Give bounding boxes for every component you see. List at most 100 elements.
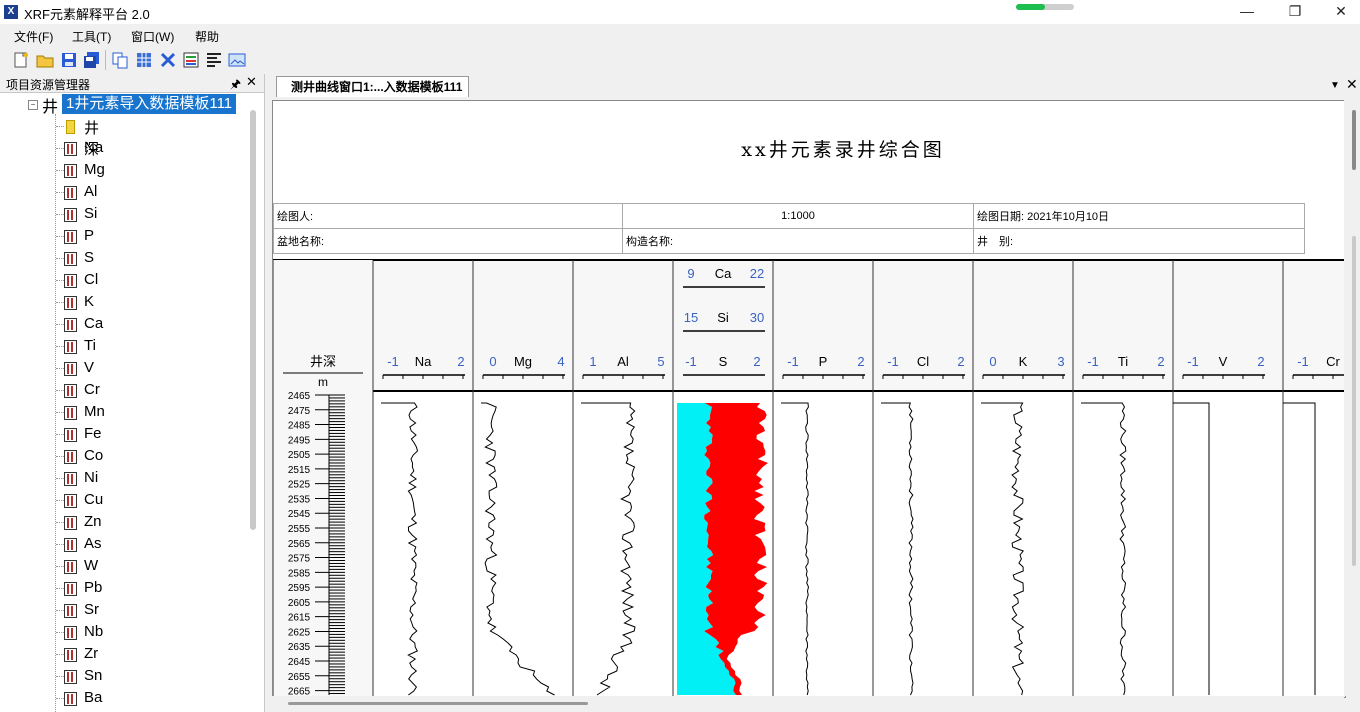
new-file-icon[interactable] <box>12 51 30 69</box>
progress-bar <box>1016 4 1074 10</box>
tree-node-label: K <box>84 293 95 310</box>
tree-node-label: Pb <box>84 579 103 596</box>
tree-connector <box>56 368 64 369</box>
minimize-button[interactable]: — <box>1224 0 1270 24</box>
image-icon[interactable] <box>228 51 246 69</box>
close-icon[interactable]: ✕ <box>1346 76 1358 93</box>
depth-tick-label: 2525 <box>288 480 311 491</box>
drawer-label: 绘图人: <box>273 203 623 229</box>
progress-fill <box>1016 4 1045 10</box>
delete-icon[interactable] <box>159 51 177 69</box>
chart-icon[interactable] <box>182 51 200 69</box>
horizontal-scrollbar[interactable] <box>272 696 1344 712</box>
tree-connector <box>56 236 64 237</box>
curve-al <box>581 402 636 696</box>
tree-connector <box>56 654 64 655</box>
structure-label: 构造名称: <box>622 228 974 254</box>
maximize-button[interactable]: ❐ <box>1272 0 1318 24</box>
scrollbar-thumb[interactable] <box>1352 110 1356 170</box>
close-button[interactable]: ✕ <box>1318 0 1360 24</box>
scale-min-ti: -1 <box>1087 354 1099 369</box>
curve-v <box>1173 402 1210 695</box>
tree-connector <box>56 698 64 699</box>
tab-log-window[interactable]: 测井曲线窗口1:...入数据模板111 <box>276 76 470 97</box>
track-label-p: P <box>819 354 828 369</box>
menu-help[interactable]: 帮助 <box>195 28 219 45</box>
scale-value: 1:1000 <box>622 203 974 229</box>
scale-max-si: 30 <box>750 310 764 325</box>
toolbar <box>0 47 1360 73</box>
grid-icon[interactable] <box>135 51 153 69</box>
tree-connector <box>56 412 64 413</box>
tree-connector <box>56 610 64 611</box>
track-label-cr: Cr <box>1326 354 1340 369</box>
tree-connector <box>56 126 64 127</box>
scale-min-k: 0 <box>989 354 996 369</box>
vertical-scrollbar[interactable] <box>1344 100 1360 696</box>
track-label-s: S <box>719 354 728 369</box>
element-track-icon <box>64 318 77 332</box>
track-header-bg <box>1073 261 1173 390</box>
tree-node-label: Zn <box>84 513 102 530</box>
element-track-icon <box>64 538 77 552</box>
tree-node-label: V <box>84 359 95 376</box>
log-chart: 井深 m -1 Na 2 0 Mg 4 1 Al 5 -1 P 2 -1 Cl 2 0 K 3 -1 Ti 2 -1 V 2 -1 C… <box>273 259 1345 697</box>
track-header-bg <box>1283 261 1345 390</box>
element-track-icon <box>64 626 77 640</box>
element-track-icon <box>64 252 77 266</box>
scale-max-k: 3 <box>1057 354 1064 369</box>
track-header-bg <box>973 261 1073 390</box>
scrollbar-thumb[interactable] <box>288 702 588 705</box>
tree-connector <box>56 346 64 347</box>
tree-connector <box>56 390 64 391</box>
tree-connector <box>56 192 64 193</box>
open-folder-icon[interactable] <box>36 51 54 69</box>
tree-node-label: Ca <box>84 315 104 332</box>
save-all-icon[interactable] <box>83 51 101 69</box>
depth-tick-label: 2585 <box>288 568 311 579</box>
tree-connector <box>55 114 56 712</box>
element-track-icon <box>64 692 77 706</box>
save-icon[interactable] <box>60 51 78 69</box>
copy-icon[interactable] <box>111 51 129 69</box>
track-label-v: V <box>1219 354 1228 369</box>
tree-connector <box>56 302 64 303</box>
project-tree: − 井 1井元素导入数据模板111 井深 Na Mg Al Si P S Cl K Ca Ti V Cr… <box>0 92 250 712</box>
menu-tools[interactable]: 工具(T) <box>72 28 111 45</box>
element-track-icon <box>64 406 77 420</box>
tree-node-label: Si <box>84 205 98 222</box>
element-track-icon <box>64 384 77 398</box>
depth-tick-label: 2595 <box>288 583 311 594</box>
curve-ti <box>1081 402 1127 696</box>
panel-title: 项目资源管理器 <box>6 78 91 92</box>
element-track-icon <box>64 340 77 354</box>
track-header-bg <box>873 261 973 390</box>
depth-tick-label: 2625 <box>288 627 311 638</box>
scrollbar[interactable] <box>250 110 256 530</box>
tree-root-label[interactable]: 1井元素导入数据模板111 <box>62 94 237 114</box>
tree-connector <box>56 522 64 523</box>
project-explorer-panel: 项目资源管理器 🖈 ✕ − 井 1井元素导入数据模板111 井深 Na Mg Al Si… <box>0 74 265 712</box>
scrollbar-thumb[interactable] <box>1352 236 1356 566</box>
tree-connector <box>56 324 64 325</box>
tree-node-label: Cl <box>84 271 99 288</box>
collapse-icon[interactable]: − <box>28 100 38 110</box>
depth-tick-label: 2635 <box>288 642 311 653</box>
depth-tick-label: 2555 <box>288 524 311 535</box>
depth-tick-label: 2565 <box>288 539 311 550</box>
tree-connector <box>56 434 64 435</box>
tree-connector <box>56 500 64 501</box>
track-label-al: Al <box>617 354 629 369</box>
depth-track-icon <box>66 120 75 134</box>
tree-node-label: Nb <box>84 623 104 640</box>
menu-window[interactable]: 窗口(W) <box>131 28 174 45</box>
depth-tick-label: 2645 <box>288 657 311 668</box>
align-icon[interactable] <box>205 51 223 69</box>
depth-tick-label: 2655 <box>288 672 311 683</box>
tree-connector <box>56 632 64 633</box>
menu-file[interactable]: 文件(F) <box>14 28 53 45</box>
chevron-down-icon[interactable]: ▼ <box>1330 80 1340 91</box>
track-header-bg <box>373 261 473 390</box>
tree-node-label: Cr <box>84 381 100 398</box>
close-icon[interactable]: ✕ <box>246 74 257 90</box>
